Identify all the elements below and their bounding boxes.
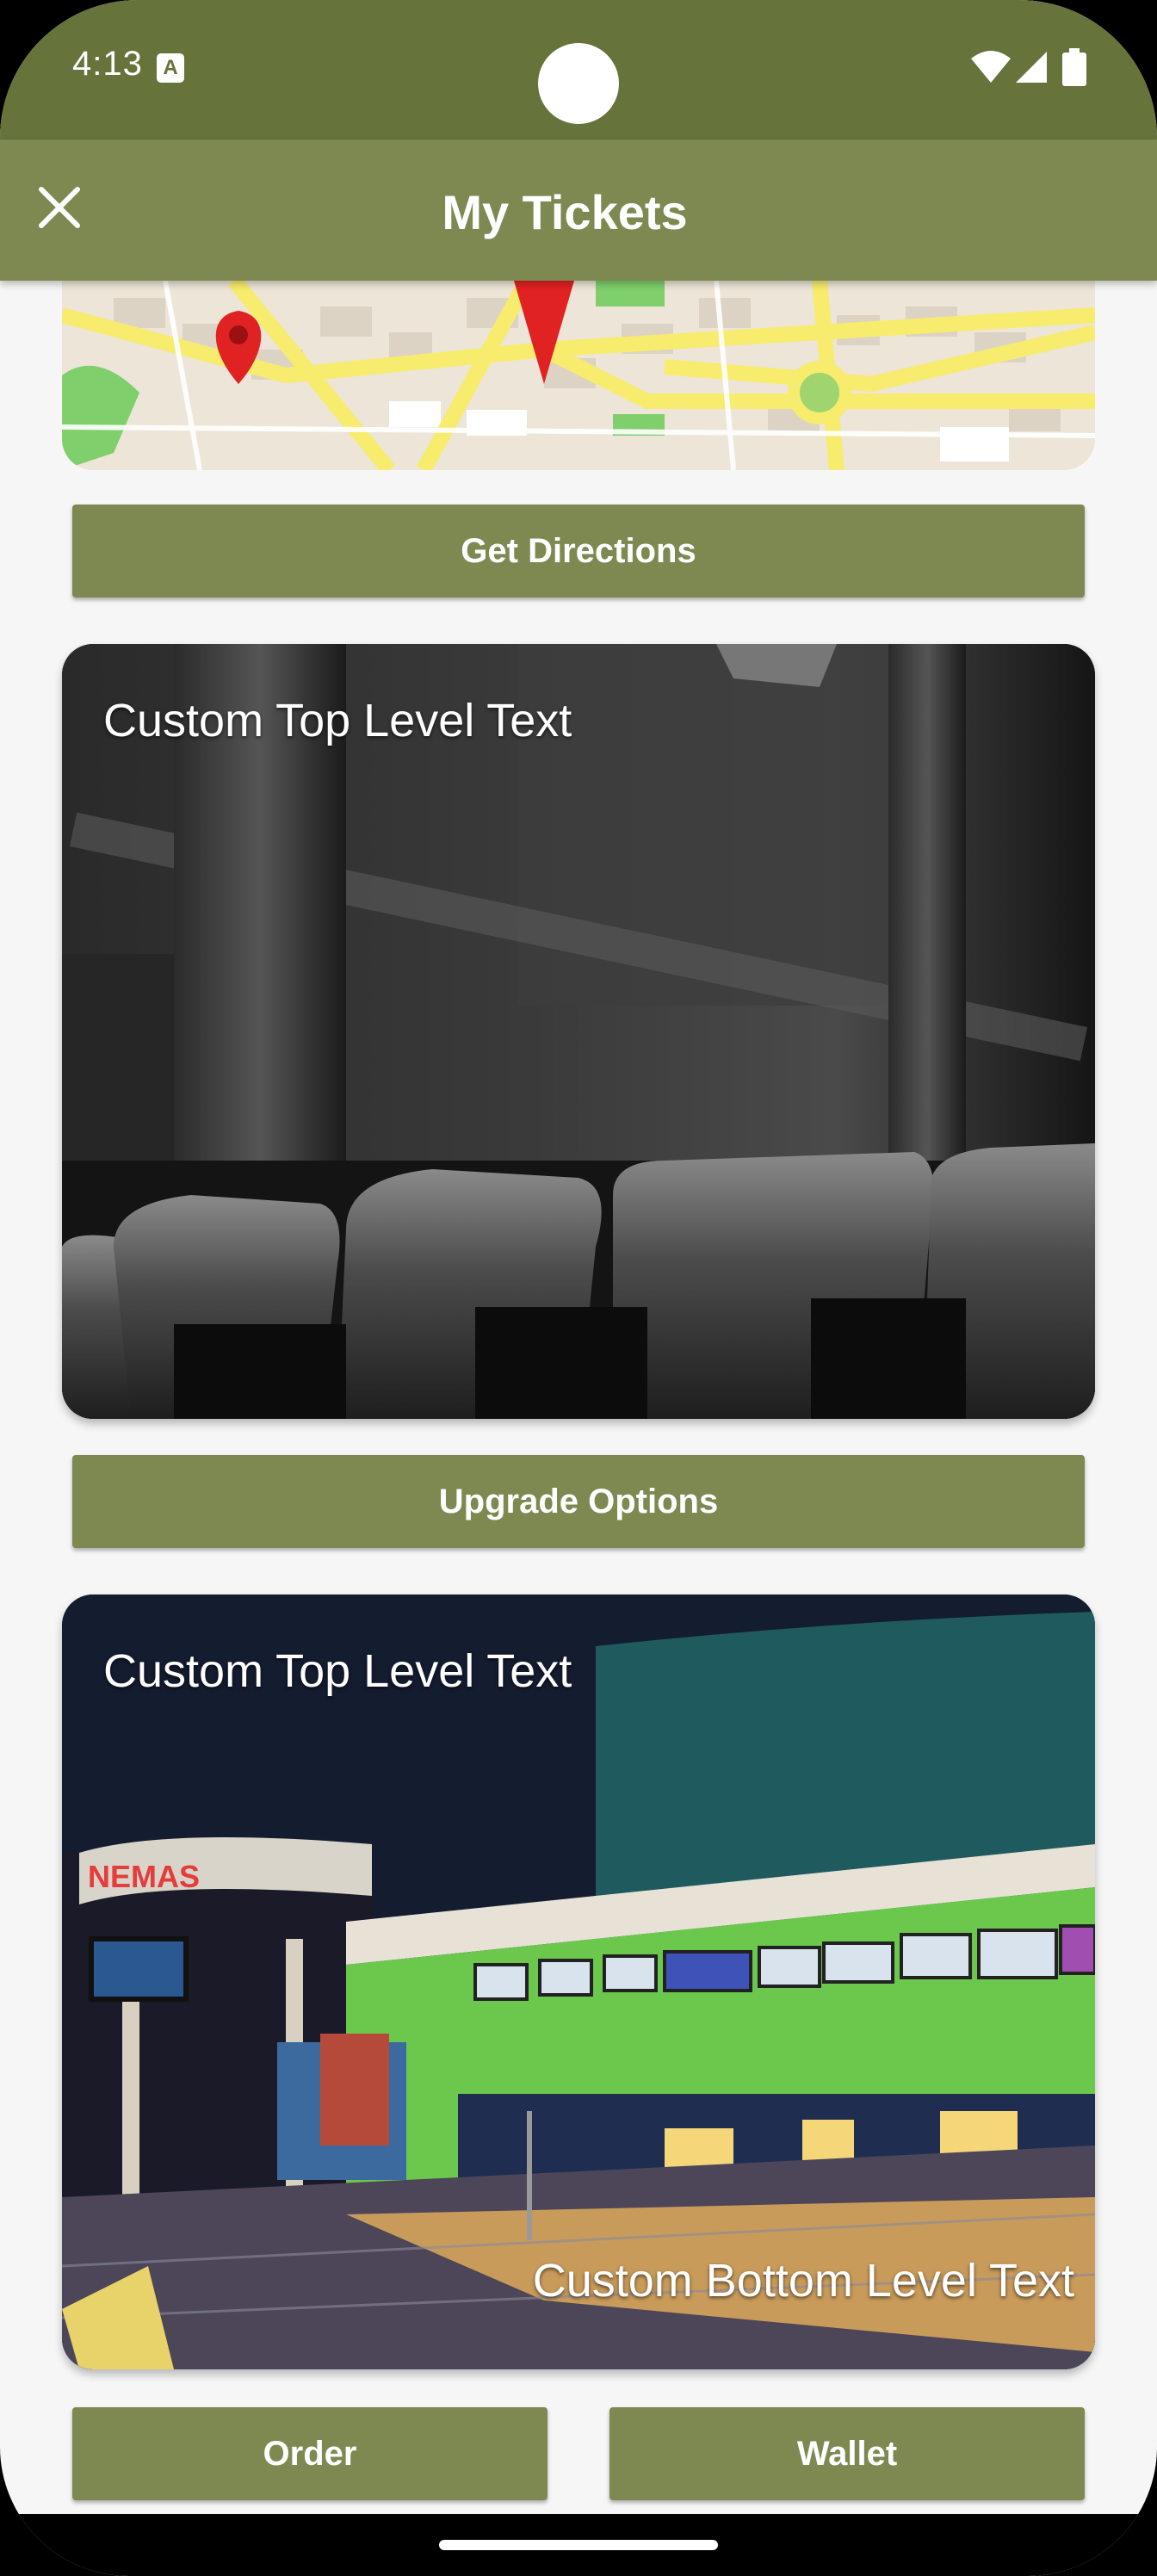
image-card-theater[interactable]: Custom Top Level Text — [62, 644, 1095, 1419]
status-bar: 4:13 A — [0, 0, 1157, 139]
tickets-content[interactable]: Get Directions Custom Top Level Text Upg… — [0, 281, 1157, 2514]
card-top-text: Custom Top Level Text — [103, 695, 572, 746]
wifi-icon — [971, 51, 1011, 83]
signal-icon — [1016, 52, 1047, 83]
camera-cutout — [538, 43, 619, 124]
upgrade-options-button[interactable]: Upgrade Options — [72, 1455, 1085, 1548]
status-time: 4:13 — [72, 45, 143, 83]
venue-map[interactable] — [62, 281, 1095, 470]
home-indicator[interactable] — [439, 2540, 718, 2550]
image-card-lobby[interactable]: NEMAS Custom Top Level Text Custom Botto… — [62, 1595, 1095, 2369]
wallet-button[interactable]: Wallet — [609, 2407, 1085, 2500]
cinema-lobby-photo: NEMAS — [62, 1595, 1095, 2369]
card-top-text: Custom Top Level Text — [103, 1645, 572, 1697]
theater-seats-photo — [62, 644, 1095, 1419]
get-directions-button[interactable]: Get Directions — [72, 505, 1085, 598]
battery-icon — [1062, 48, 1086, 86]
page-title: My Tickets — [442, 185, 688, 239]
accessibility-notification-icon: A — [157, 53, 184, 83]
phone-screen: 4:13 A My Tickets Get Directions Custom … — [0, 0, 1157, 2576]
svg-text:NEMAS: NEMAS — [88, 1859, 200, 1894]
order-button[interactable]: Order — [72, 2407, 548, 2500]
card-bottom-text: Custom Bottom Level Text — [532, 2255, 1074, 2307]
map-image — [62, 281, 1095, 470]
